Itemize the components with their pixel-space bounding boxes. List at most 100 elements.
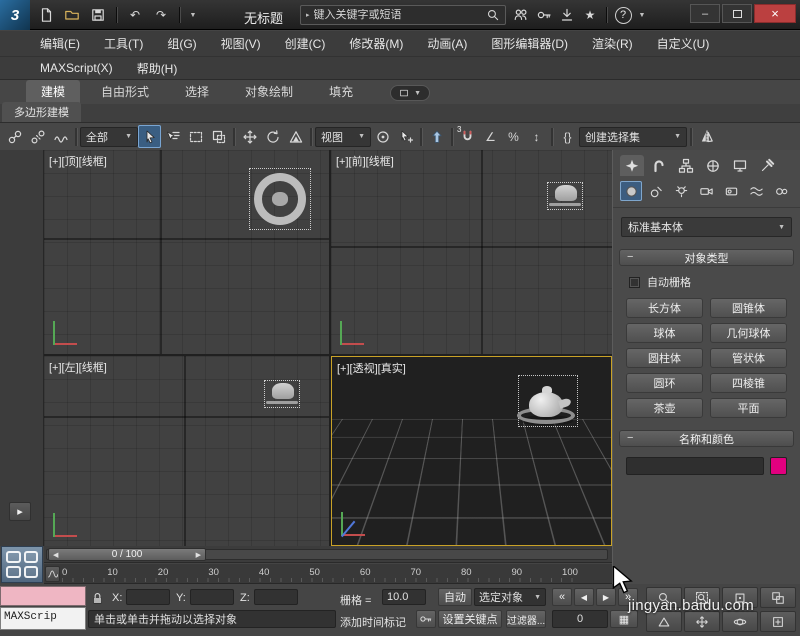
pan-view-icon[interactable] xyxy=(684,611,720,632)
time-slider-handle[interactable]: ◀ 0 / 100 ▶ xyxy=(48,548,206,561)
systems-category-icon[interactable] xyxy=(770,181,792,201)
spinner-snap-icon[interactable]: ↕ xyxy=(525,125,548,148)
menu-animation[interactable]: 动画(A) xyxy=(415,31,479,56)
geometry-category-icon[interactable] xyxy=(620,181,642,201)
selection-lock-toggle[interactable] xyxy=(90,589,108,607)
viewport-left[interactable]: [+][左][线框] xyxy=(44,356,329,546)
space-warps-category-icon[interactable] xyxy=(745,181,767,201)
select-and-manipulate-icon[interactable] xyxy=(394,125,417,148)
select-and-move-icon[interactable] xyxy=(238,125,261,148)
unlink-selection-icon[interactable] xyxy=(26,125,49,148)
set-keys-button[interactable] xyxy=(416,610,436,628)
ribbon-subtab-poly-modeling[interactable]: 多边形建模 xyxy=(2,102,81,122)
qat-options-button[interactable]: ▼ xyxy=(186,4,200,26)
plane-button[interactable]: 平面 xyxy=(710,398,787,418)
menu-rendering[interactable]: 渲染(R) xyxy=(580,31,645,56)
download-icon[interactable] xyxy=(556,4,578,26)
maxscript-mini-listener[interactable]: MAXScrip xyxy=(0,607,86,630)
pyramid-button[interactable]: 四棱锥 xyxy=(710,373,787,393)
layout-flyout-button[interactable]: ▸ xyxy=(9,502,31,521)
menu-maxscript[interactable]: MAXScript(X) xyxy=(28,57,125,79)
select-and-link-icon[interactable] xyxy=(3,125,26,148)
z-coordinate-field[interactable] xyxy=(254,589,298,605)
viewport-top[interactable]: [+][顶][线框] xyxy=(44,150,329,354)
cone-button[interactable]: 圆锥体 xyxy=(710,298,787,318)
zoom-extents-all-icon[interactable] xyxy=(760,587,796,608)
key-filters-button[interactable]: 过滤器... xyxy=(506,610,546,628)
torus-object[interactable] xyxy=(549,203,581,206)
current-frame-field[interactable] xyxy=(552,610,608,628)
named-selection-sets-dropdown[interactable]: 创建选择集 ▼ xyxy=(579,126,687,147)
tube-button[interactable]: 管状体 xyxy=(710,348,787,368)
maximize-button[interactable] xyxy=(722,4,752,23)
ribbon-tab-selection[interactable]: 选择 xyxy=(170,80,224,104)
viewport-left-label[interactable]: [+][左][线框] xyxy=(49,359,107,375)
menu-modifiers[interactable]: 修改器(M) xyxy=(337,31,415,56)
save-file-button[interactable] xyxy=(86,4,110,26)
key-filter-dropdown[interactable]: 选定对象 ▼ xyxy=(474,588,546,606)
keyboard-shortcut-override-icon[interactable] xyxy=(425,125,448,148)
motion-tab-icon[interactable] xyxy=(701,155,725,176)
search-box[interactable]: ▸ xyxy=(300,5,506,25)
add-time-tag[interactable]: 添加时间标记 xyxy=(340,614,406,630)
auto-key-button[interactable]: 自动 xyxy=(438,588,472,606)
select-and-scale-icon[interactable] xyxy=(284,125,307,148)
previous-frame-icon[interactable]: ◀ xyxy=(53,551,58,559)
viewport-layout-quad-button[interactable] xyxy=(1,546,43,583)
track-bar[interactable]: 0 10 20 30 40 50 60 70 80 90 100 xyxy=(44,564,612,584)
autogrid-checkbox[interactable] xyxy=(629,276,640,288)
teapot-object[interactable] xyxy=(272,192,288,206)
menu-edit[interactable]: 编辑(E) xyxy=(28,31,92,56)
select-by-name-icon[interactable] xyxy=(161,125,184,148)
selection-region-icon[interactable] xyxy=(184,125,207,148)
lights-category-icon[interactable] xyxy=(670,181,692,201)
shapes-category-icon[interactable] xyxy=(645,181,667,201)
viewport-front-label[interactable]: [+][前][线框] xyxy=(336,153,394,169)
field-of-view-icon[interactable] xyxy=(646,611,682,632)
sphere-button[interactable]: 球体 xyxy=(626,323,703,343)
mirror-icon[interactable] xyxy=(695,125,718,148)
hierarchy-tab-icon[interactable] xyxy=(674,155,698,176)
close-button[interactable]: × xyxy=(754,4,796,23)
app-logo-icon[interactable]: 3 xyxy=(0,0,30,30)
display-tab-icon[interactable] xyxy=(728,155,752,176)
teapot-object[interactable] xyxy=(529,392,563,417)
box-button[interactable]: 长方体 xyxy=(626,298,703,318)
torus-object[interactable] xyxy=(266,401,298,404)
window-crossing-icon[interactable] xyxy=(207,125,230,148)
reference-coordinate-dropdown[interactable]: 视图 ▼ xyxy=(315,126,371,147)
community-icon[interactable] xyxy=(510,4,532,26)
percent-snap-icon[interactable]: % xyxy=(502,125,525,148)
new-file-button[interactable] xyxy=(34,4,58,26)
search-input[interactable] xyxy=(313,9,482,21)
undo-button[interactable]: ↶ xyxy=(123,4,147,26)
maximize-viewport-toggle-icon[interactable] xyxy=(760,611,796,632)
ribbon-tab-freeform[interactable]: 自由形式 xyxy=(86,80,164,104)
redo-button[interactable]: ↷ xyxy=(149,4,173,26)
cameras-category-icon[interactable] xyxy=(695,181,717,201)
set-key-mode-button[interactable]: 设置关键点 xyxy=(438,610,502,628)
angle-snap-icon[interactable]: ∠ xyxy=(479,125,502,148)
ribbon-tab-modeling[interactable]: 建模 xyxy=(26,80,81,104)
name-color-rollout[interactable]: − 名称和颜色 xyxy=(619,430,794,447)
menu-create[interactable]: 创建(C) xyxy=(273,31,338,56)
menu-customize[interactable]: 自定义(U) xyxy=(645,31,722,56)
license-key-icon[interactable] xyxy=(533,4,555,26)
ribbon-config-button[interactable]: ▼ xyxy=(390,85,431,101)
use-pivot-center-icon[interactable] xyxy=(371,125,394,148)
menu-help[interactable]: 帮助(H) xyxy=(125,57,190,79)
orbit-icon[interactable] xyxy=(722,611,758,632)
teapot-object[interactable] xyxy=(272,383,294,399)
minimize-button[interactable]: – xyxy=(690,4,720,23)
torus-button[interactable]: 圆环 xyxy=(626,373,703,393)
y-coordinate-field[interactable] xyxy=(190,589,234,605)
mini-curve-editor-button[interactable] xyxy=(45,566,60,582)
viewport-top-label[interactable]: [+][顶][线框] xyxy=(49,153,107,169)
menu-views[interactable]: 视图(V) xyxy=(209,31,273,56)
bind-to-space-warp-icon[interactable] xyxy=(49,125,72,148)
favorites-star-icon[interactable]: ★ xyxy=(579,4,601,26)
next-frame-icon[interactable]: ▶ xyxy=(196,551,201,559)
select-and-rotate-icon[interactable] xyxy=(261,125,284,148)
macro-recorder-pane[interactable] xyxy=(0,586,86,606)
primitive-category-dropdown[interactable]: 标准基本体 ▼ xyxy=(621,217,792,237)
